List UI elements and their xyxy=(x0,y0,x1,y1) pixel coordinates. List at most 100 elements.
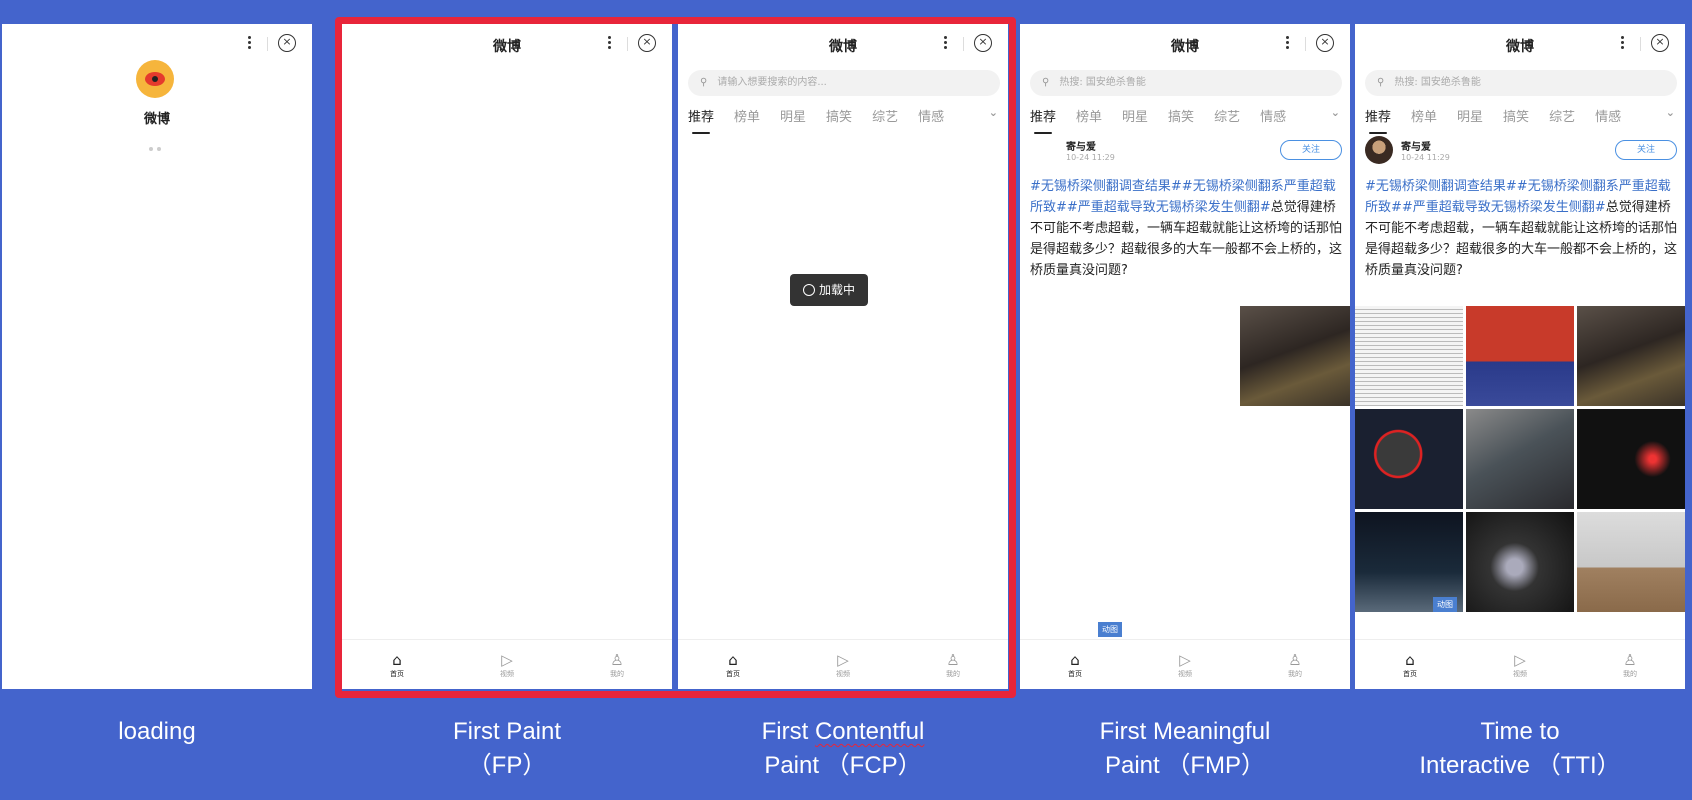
username[interactable]: 寄与爱 xyxy=(1401,138,1431,153)
close-icon[interactable]: × xyxy=(1316,34,1334,52)
post-image[interactable] xyxy=(1577,409,1685,509)
home-icon: ⌂ xyxy=(1070,650,1080,669)
nav-video[interactable]: ▷ 视频 xyxy=(498,651,516,679)
search-icon: ⚲ xyxy=(1377,77,1385,88)
post-image[interactable] xyxy=(1355,409,1463,509)
tab-ranking[interactable]: 榜单 xyxy=(734,106,760,130)
hashtag-link[interactable]: #严重超载导致无锡桥梁发生侧翻# xyxy=(1402,200,1606,215)
post-image[interactable] xyxy=(1355,306,1463,406)
caption-fp: First Paint （FP） xyxy=(452,718,562,779)
caption-fcp: First Contentful Paint （FCP） xyxy=(761,718,925,779)
gif-badge: 动图 xyxy=(1098,622,1122,637)
search-input[interactable]: ⚲ 热搜: 国安绝杀鲁能 xyxy=(1030,70,1342,96)
tab-variety[interactable]: 综艺 xyxy=(872,106,898,130)
nav-me[interactable]: ♙ 我的 xyxy=(1286,651,1304,679)
post-image[interactable] xyxy=(1577,306,1685,406)
nav-home[interactable]: ⌂ 首页 xyxy=(388,651,406,679)
divider xyxy=(267,37,268,51)
top-bar: 微博 × xyxy=(1355,24,1685,64)
tab-stars[interactable]: 明星 xyxy=(780,106,806,130)
page-title: 微博 xyxy=(493,39,521,55)
tab-recommend[interactable]: 推荐 xyxy=(1365,106,1391,134)
tab-funny[interactable]: 搞笑 xyxy=(1168,106,1194,130)
chevron-down-icon[interactable]: ⌄ xyxy=(1666,106,1675,119)
category-tabs: 推荐 榜单 明星 搞笑 综艺 情感 ⌄ xyxy=(1030,106,1346,134)
divider xyxy=(1305,37,1306,51)
username[interactable]: 寄与爱 xyxy=(1066,138,1096,153)
hashtag-link[interactable]: #严重超载导致无锡桥梁发生侧翻# xyxy=(1067,200,1271,215)
nav-me[interactable]: ♙ 我的 xyxy=(944,651,962,679)
user-icon: ♙ xyxy=(1288,650,1302,669)
post-image[interactable] xyxy=(1577,512,1685,612)
tab-emotion[interactable]: 情感 xyxy=(1595,106,1621,130)
post-time: 10-24 11:29 xyxy=(1401,153,1450,162)
gif-badge: 动图 xyxy=(1433,597,1457,612)
category-tabs: 推荐 榜单 明星 搞笑 综艺 情感 ⌄ xyxy=(688,106,1004,134)
nav-home[interactable]: ⌂ 首页 xyxy=(1066,651,1084,679)
image-grid: 动图 xyxy=(1355,306,1685,612)
user-icon: ♙ xyxy=(946,650,960,669)
tab-stars[interactable]: 明星 xyxy=(1122,106,1148,130)
caption-fmp: First Meaningful Paint （FMP） xyxy=(1099,718,1271,779)
divider xyxy=(627,37,628,51)
category-tabs: 推荐 榜单 明星 搞笑 综艺 情感 ⌄ xyxy=(1365,106,1681,134)
tab-funny[interactable]: 搞笑 xyxy=(1503,106,1529,130)
more-icon[interactable] xyxy=(938,34,952,54)
tab-variety[interactable]: 综艺 xyxy=(1214,106,1240,130)
post-image[interactable] xyxy=(1466,306,1574,406)
nav-me[interactable]: ♙ 我的 xyxy=(608,651,626,679)
tab-variety[interactable]: 综艺 xyxy=(1549,106,1575,130)
close-icon[interactable]: × xyxy=(974,34,992,52)
post-header: 寄与爱 10-24 11:29 关注 xyxy=(1365,136,1677,170)
hashtag-link[interactable]: #无锡桥梁侧翻调查结果# xyxy=(1365,179,1517,194)
nav-home[interactable]: ⌂ 首页 xyxy=(1401,651,1419,679)
search-input[interactable]: ⚲ 热搜: 国安绝杀鲁能 xyxy=(1365,70,1677,96)
follow-button[interactable]: 关注 xyxy=(1615,140,1677,160)
tab-recommend[interactable]: 推荐 xyxy=(1030,106,1056,134)
caption-loading: loading xyxy=(118,718,196,745)
close-icon[interactable]: × xyxy=(278,34,296,52)
home-icon: ⌂ xyxy=(392,650,402,669)
nav-me[interactable]: ♙ 我的 xyxy=(1621,651,1639,679)
follow-button[interactable]: 关注 xyxy=(1280,140,1342,160)
tab-ranking[interactable]: 榜单 xyxy=(1076,106,1102,130)
chevron-down-icon[interactable]: ⌄ xyxy=(1331,106,1340,119)
tab-stars[interactable]: 明星 xyxy=(1457,106,1483,130)
bottom-nav: ⌂ 首页 ▷ 视频 ♙ 我的 xyxy=(342,639,672,689)
hashtag-link[interactable]: #无锡桥梁侧翻调查结果# xyxy=(1030,179,1182,194)
post-image[interactable] xyxy=(1466,512,1574,612)
divider xyxy=(963,37,964,51)
tab-funny[interactable]: 搞笑 xyxy=(826,106,852,130)
nav-video[interactable]: ▷ 视频 xyxy=(1511,651,1529,679)
nav-video[interactable]: ▷ 视频 xyxy=(834,651,852,679)
play-icon: ▷ xyxy=(1179,650,1191,669)
more-icon[interactable] xyxy=(242,34,256,54)
close-icon[interactable]: × xyxy=(638,34,656,52)
search-input[interactable]: ⚲ 请输入想要搜索的内容... xyxy=(688,70,1000,96)
tab-recommend[interactable]: 推荐 xyxy=(688,106,714,134)
tab-ranking[interactable]: 榜单 xyxy=(1411,106,1437,130)
post-image[interactable]: 动图 xyxy=(1355,512,1463,612)
bottom-nav: ⌂ 首页 ▷ 视频 ♙ 我的 xyxy=(1355,639,1685,689)
loading-toast: 加载中 xyxy=(790,274,868,306)
more-icon[interactable] xyxy=(1615,34,1629,54)
avatar[interactable] xyxy=(1365,136,1393,164)
nav-home[interactable]: ⌂ 首页 xyxy=(724,651,742,679)
more-icon[interactable] xyxy=(602,34,616,54)
more-icon[interactable] xyxy=(1280,34,1294,54)
page-title: 微博 xyxy=(829,39,857,55)
bottom-nav: ⌂ 首页 ▷ 视频 ♙ 我的 xyxy=(1020,639,1350,689)
fcp-screen: 微博 × ⚲ 请输入想要搜索的内容... 推荐 榜单 明星 搞笑 综艺 情感 ⌄ … xyxy=(678,24,1008,689)
post-image[interactable] xyxy=(1466,409,1574,509)
loading-dots xyxy=(149,136,165,155)
post-image[interactable] xyxy=(1240,306,1350,406)
divider xyxy=(1640,37,1641,51)
user-icon: ♙ xyxy=(1623,650,1637,669)
top-bar: 微博 × xyxy=(342,24,672,64)
avatar[interactable] xyxy=(1030,136,1058,164)
tab-emotion[interactable]: 情感 xyxy=(1260,106,1286,130)
close-icon[interactable]: × xyxy=(1651,34,1669,52)
nav-video[interactable]: ▷ 视频 xyxy=(1176,651,1194,679)
chevron-down-icon[interactable]: ⌄ xyxy=(989,106,998,119)
tab-emotion[interactable]: 情感 xyxy=(918,106,944,130)
